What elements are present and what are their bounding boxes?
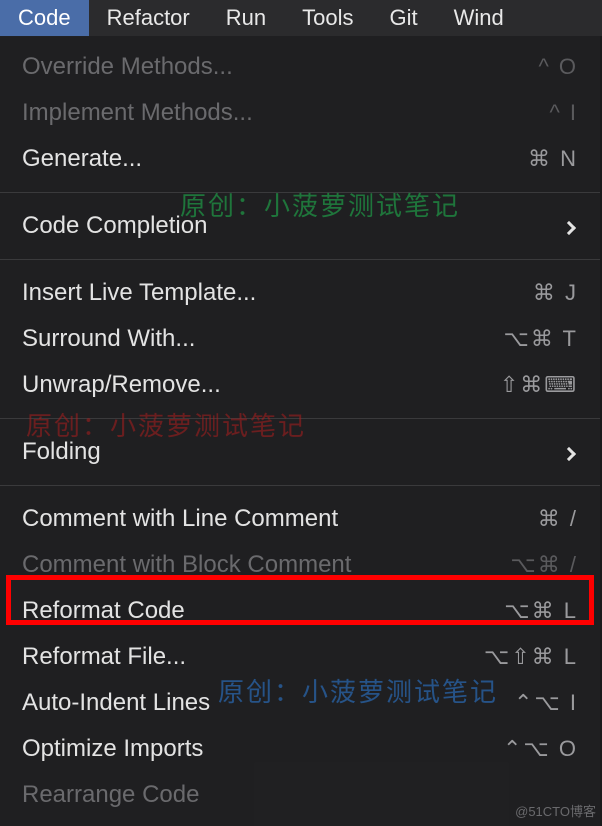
menu-unwrap-remove[interactable]: Unwrap/Remove... ⇧⌘⌨ bbox=[0, 362, 600, 408]
menu-label: Rearrange Code bbox=[22, 781, 468, 809]
menu-label: Unwrap/Remove... bbox=[22, 371, 468, 399]
menu-shortcut: ⌥⇧⌘ L bbox=[468, 644, 578, 670]
menubar-refactor[interactable]: Refactor bbox=[89, 0, 208, 37]
menu-label: Optimize Imports bbox=[22, 735, 468, 763]
menu-block-comment: Comment with Block Comment ⌥⌘ / bbox=[0, 542, 600, 588]
chevron-right-icon bbox=[562, 221, 576, 235]
menu-label: Reformat File... bbox=[22, 643, 468, 671]
menu-reformat-file[interactable]: Reformat File... ⌥⇧⌘ L bbox=[0, 634, 600, 680]
menu-shortcut: ⌘ J bbox=[468, 280, 578, 306]
menu-code-completion[interactable]: Code Completion bbox=[0, 203, 600, 249]
menu-shortcut: ⌥⌘ T bbox=[468, 326, 578, 352]
menu-label: Auto-Indent Lines bbox=[22, 689, 468, 717]
menu-auto-indent[interactable]: Auto-Indent Lines ⌃⌥ I bbox=[0, 680, 600, 726]
menubar-tools[interactable]: Tools bbox=[284, 0, 371, 37]
menubar-window[interactable]: Wind bbox=[436, 0, 522, 37]
menu-separator bbox=[0, 259, 600, 260]
menu-override-methods: Override Methods... ^ O bbox=[0, 44, 600, 90]
menubar-run[interactable]: Run bbox=[208, 0, 284, 37]
menu-label: Comment with Block Comment bbox=[22, 551, 468, 579]
menu-shortcut: ⌥⌘ / bbox=[468, 552, 578, 578]
menu-shortcut: ⇧⌘⌨ bbox=[468, 372, 578, 398]
menu-shortcut: ⌘ N bbox=[468, 146, 578, 172]
menu-label: Implement Methods... bbox=[22, 99, 468, 127]
menu-label: Folding bbox=[22, 438, 468, 466]
submenu-indicator bbox=[468, 213, 578, 239]
menu-label: Reformat Code bbox=[22, 597, 468, 625]
menu-shortcut: ⌃⌥ O bbox=[468, 736, 578, 762]
menu-label: Insert Live Template... bbox=[22, 279, 468, 307]
menubar-code[interactable]: Code bbox=[0, 0, 89, 37]
menu-reformat-code[interactable]: Reformat Code ⌥⌘ L bbox=[0, 588, 600, 634]
menu-line-comment[interactable]: Comment with Line Comment ⌘ / bbox=[0, 496, 600, 542]
menu-label: Generate... bbox=[22, 145, 468, 173]
menu-generate[interactable]: Generate... ⌘ N bbox=[0, 136, 600, 182]
menubar-git[interactable]: Git bbox=[371, 0, 435, 37]
menu-implement-methods: Implement Methods... ^ I bbox=[0, 90, 600, 136]
code-dropdown: Override Methods... ^ O Implement Method… bbox=[0, 36, 600, 826]
menu-optimize-imports[interactable]: Optimize Imports ⌃⌥ O bbox=[0, 726, 600, 772]
menu-separator bbox=[0, 485, 600, 486]
menu-separator bbox=[0, 192, 600, 193]
menu-shortcut: ⌃⌥ I bbox=[468, 690, 578, 716]
footer-credit: @51CTO博客 bbox=[515, 801, 596, 820]
menu-label: Comment with Line Comment bbox=[22, 505, 468, 533]
menu-label: Code Completion bbox=[22, 212, 468, 240]
menu-label: Override Methods... bbox=[22, 53, 468, 81]
menubar: Code Refactor Run Tools Git Wind bbox=[0, 0, 602, 36]
menu-folding[interactable]: Folding bbox=[0, 429, 600, 475]
menu-shortcut: ^ O bbox=[468, 54, 578, 80]
menu-rearrange-code: Rearrange Code bbox=[0, 772, 600, 818]
menu-surround-with[interactable]: Surround With... ⌥⌘ T bbox=[0, 316, 600, 362]
menu-shortcut: ⌘ / bbox=[468, 506, 578, 532]
menu-shortcut: ⌥⌘ L bbox=[468, 598, 578, 624]
menu-separator bbox=[0, 418, 600, 419]
menu-shortcut: ^ I bbox=[468, 100, 578, 126]
submenu-indicator bbox=[468, 439, 578, 465]
menu-label: Surround With... bbox=[22, 325, 468, 353]
menu-insert-live-template[interactable]: Insert Live Template... ⌘ J bbox=[0, 270, 600, 316]
chevron-right-icon bbox=[562, 447, 576, 461]
